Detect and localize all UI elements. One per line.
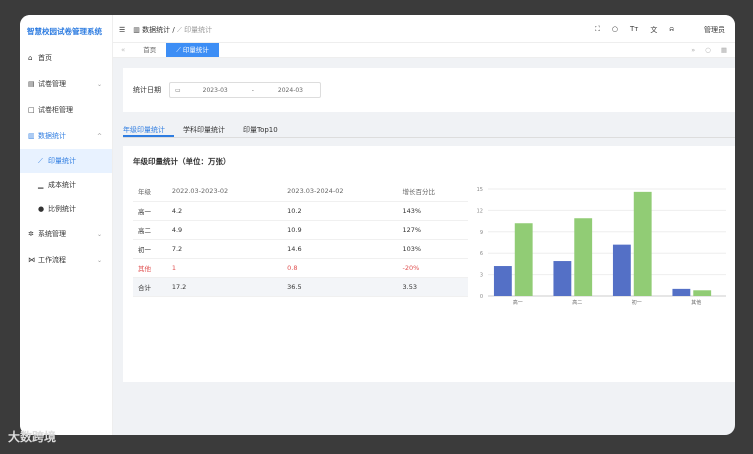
flow-icon: ⋈ [28, 256, 35, 264]
col-header: 年级 [133, 182, 167, 202]
chevron-down-icon: ⌄ [96, 80, 102, 88]
x-tick-label: 初一 [632, 299, 642, 306]
filter-bar: 统计日期 ▭ 2023-03 - 2024-03 [123, 68, 735, 112]
sidebar: 智慧校园试卷管理系统 ⌂ 首页 ▤ 试卷管理 ⌄ □ 试卷柜管理 ▥ 数据统计 ^ ⟋ 印量统… [20, 15, 113, 435]
y-tick-label: 12 [477, 208, 483, 214]
bar [574, 218, 593, 296]
stats-table: 年级 2022.03-2023-02 2023.03-2024-02 增长百分比 高一… [133, 182, 468, 297]
tab-print-stats[interactable]: ⟋ 印量统计 [166, 43, 219, 57]
bar [493, 266, 512, 296]
list-icon: ▤ [28, 80, 35, 88]
col-header: 2023.03-2024-02 [282, 182, 398, 202]
refresh-icon[interactable]: ○ [612, 25, 618, 35]
bell-icon[interactable]: ⍾ [669, 25, 674, 35]
stats-panel: 年级印量统计（单位：万张） 年级 2022.03-2023-02 2023.03-2… [123, 146, 735, 382]
table-header: 年级 2022.03-2023-02 2023.03-2024-02 增长百分比 [133, 182, 468, 202]
bar [514, 223, 533, 296]
col-header: 2022.03-2023-02 [166, 182, 283, 202]
calendar-icon: ▭ [175, 86, 181, 94]
bar [612, 244, 631, 296]
sidebar-item-cost-stats[interactable]: ▁ 成本统计 [20, 173, 112, 197]
scroll-left-icon[interactable]: « [113, 46, 133, 54]
font-size-icon[interactable]: Tт [630, 25, 638, 35]
app-window: 智慧校园试卷管理系统 ⌂ 首页 ▤ 试卷管理 ⌄ □ 试卷柜管理 ▥ 数据统计 ^ ⟋ 印量统… [20, 15, 735, 435]
x-tick-label: 其他 [691, 299, 701, 306]
chevron-down-icon: ⌄ [96, 256, 102, 264]
chart-icon: ▥ [28, 132, 35, 140]
chevron-down-icon: ⌄ [96, 230, 102, 238]
content-tabs: 年级印量统计 学科印量统计 印量Top10 [123, 122, 735, 138]
bar [553, 261, 572, 296]
chevron-up-icon: ^ [96, 132, 102, 140]
y-tick-label: 0 [480, 294, 483, 300]
translate-icon[interactable]: 文 [650, 25, 657, 35]
y-tick-label: 15 [477, 187, 483, 193]
refresh-tab-icon[interactable]: ○ [705, 46, 711, 54]
table-row: 高一 4.2 10.2 143% [133, 201, 468, 221]
sidebar-item-workflow[interactable]: ⋈ 工作流程 ⌄ [20, 247, 112, 273]
header: ☰ ▥ 数据统计 / ⟋ 印量统计 ⛶ ○ Tт 文 ⍾ 管理员 [113, 15, 735, 45]
bar [672, 288, 691, 296]
sidebar-item-print-stats[interactable]: ⟋ 印量统计 [20, 149, 112, 173]
tab-subject-stats[interactable]: 学科印量统计 [183, 122, 234, 137]
fullscreen-icon[interactable]: ⛶ [595, 25, 600, 35]
tab-top10[interactable]: 印量Top10 [243, 122, 287, 137]
home-icon: ⌂ [28, 54, 33, 62]
table-row: 初一 7.2 14.6 103% [133, 239, 468, 259]
grade-bar-chart: 0 3 6 9 12 15 高一 高二 初一 其他 [477, 187, 726, 306]
menu-toggle-icon[interactable]: ☰ [119, 26, 125, 34]
y-tick-label: 6 [480, 251, 483, 257]
bar [633, 191, 652, 296]
x-tick-label: 高二 [572, 299, 582, 306]
watermark: 大数跨境 [8, 430, 57, 444]
breadcrumb: ▥ 数据统计 / ⟋ 印量统计 [133, 26, 213, 34]
bar [693, 290, 712, 296]
scroll-right-icon[interactable]: » [691, 46, 695, 54]
tab-grade-stats[interactable]: 年级印量统计 [123, 122, 174, 137]
table-row: 高二 4.9 10.9 127% [133, 220, 468, 240]
sidebar-item-papers[interactable]: ▤ 试卷管理 ⌄ [20, 71, 112, 97]
table-row: 其他 1 0.8 -20% [133, 258, 468, 278]
x-tick-label: 高一 [513, 299, 523, 306]
grid-menu-icon[interactable]: ▦ [721, 46, 727, 54]
sidebar-item-ratio-stats[interactable]: ● 比例统计 [20, 197, 112, 221]
tab-home[interactable]: 首页 [133, 43, 166, 57]
tab-bar: « 首页 ⟋ 印量统计 » ○ ▦ [113, 42, 735, 58]
pie-chart-icon: ● [38, 205, 45, 213]
col-header: 增长百分比 [397, 182, 468, 202]
sidebar-item-system[interactable]: ✲ 系统管理 ⌄ [20, 221, 112, 247]
folder-icon: □ [28, 106, 35, 114]
user-menu[interactable]: 管理员 [704, 25, 725, 35]
y-tick-label: 3 [480, 273, 483, 279]
date-range-picker[interactable]: ▭ 2023-03 - 2024-03 [169, 82, 321, 98]
bar-chart-icon: ▁ [38, 181, 44, 189]
gear-icon: ✲ [28, 230, 34, 238]
date-label: 统计日期 [133, 86, 161, 94]
table-total-row: 合计 17.2 36.5 3.53 [133, 277, 468, 297]
y-tick-label: 9 [480, 230, 483, 236]
sidebar-item-home[interactable]: ⌂ 首页 [20, 45, 112, 71]
sidebar-item-stats[interactable]: ▥ 数据统计 ^ [20, 123, 112, 149]
line-chart-icon: ⟋ [38, 156, 43, 165]
sidebar-item-cabinet[interactable]: □ 试卷柜管理 [20, 97, 112, 123]
app-title: 智慧校园试卷管理系统 [27, 27, 102, 36]
panel-title: 年级印量统计（单位：万张） [133, 157, 231, 166]
